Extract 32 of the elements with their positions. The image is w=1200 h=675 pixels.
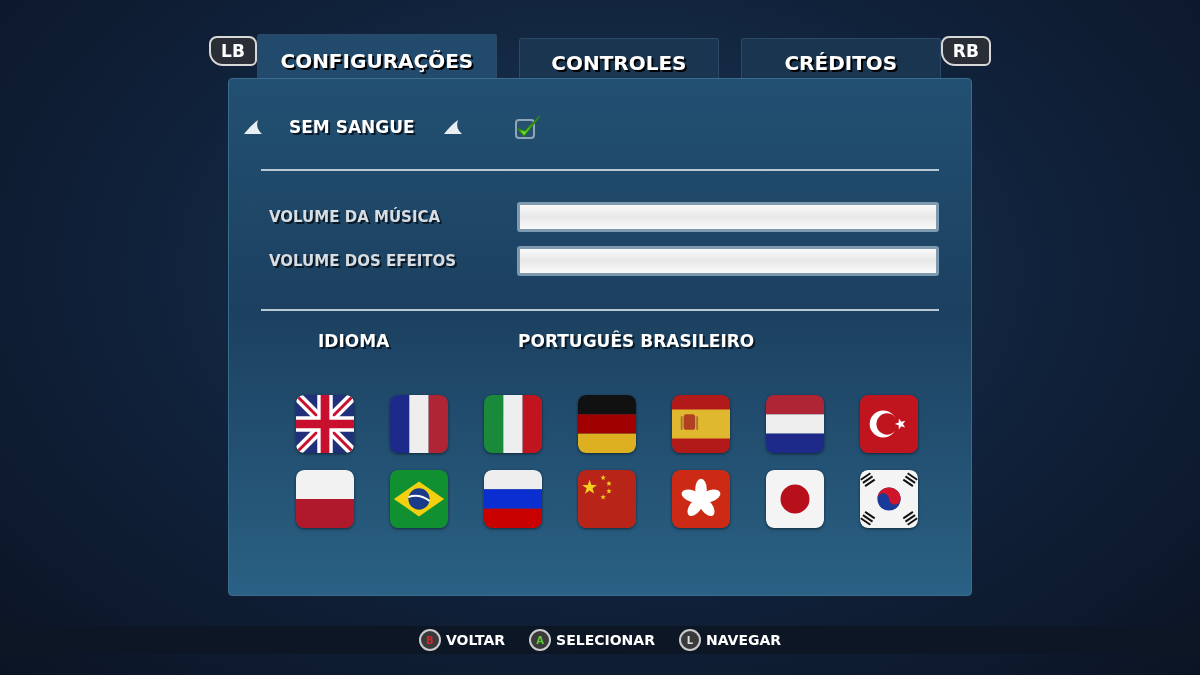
option-label: SEM SANGUE [289,117,415,137]
volume-label: VOLUME DA MÚSICA [269,208,442,226]
tricolour-flag-icon[interactable] [484,395,542,453]
flower-flag-icon[interactable] [672,470,730,528]
controller-key-icon: L [678,629,701,651]
bumper-button[interactable]: LB [209,36,257,66]
bumper-button[interactable]: RB [940,36,991,66]
circle-flag-icon[interactable] [766,470,824,528]
hint-label: NAVEGAR [705,632,782,648]
striped-flag-icon[interactable] [766,395,824,453]
tricolour-flag-icon[interactable] [390,395,448,453]
striped-flag-icon[interactable] [484,470,542,528]
hint-label: SELECIONAR [556,632,655,648]
diamond-flag-icon[interactable] [390,470,448,528]
hint-label: VOLTAR [445,632,506,648]
striped-flag-icon[interactable] [578,395,636,453]
star-flag-icon[interactable] [578,470,636,528]
circle-flag-icon[interactable] [860,470,918,528]
striped-flag-icon[interactable] [672,395,730,453]
crescent-flag-icon[interactable] [860,395,918,453]
fin-icon[interactable] [243,119,263,135]
fin-icon[interactable] [442,119,463,135]
language-label: IDIOMA [318,331,391,351]
union-jack-flag-icon[interactable] [296,395,354,453]
volume-label: VOLUME DOS EFEITOS [269,252,458,270]
tab[interactable]: CONTROLES [518,38,719,78]
language-value: PORTUGUÊS BRASILEIRO [518,331,755,351]
controller-key-icon: A [529,629,552,651]
tab[interactable]: CONFIGURAÇÕES [256,34,497,78]
tab[interactable]: CRÉDITOS [740,38,941,78]
striped-flag-icon[interactable] [296,470,354,528]
controller-key-icon: B [418,629,441,651]
